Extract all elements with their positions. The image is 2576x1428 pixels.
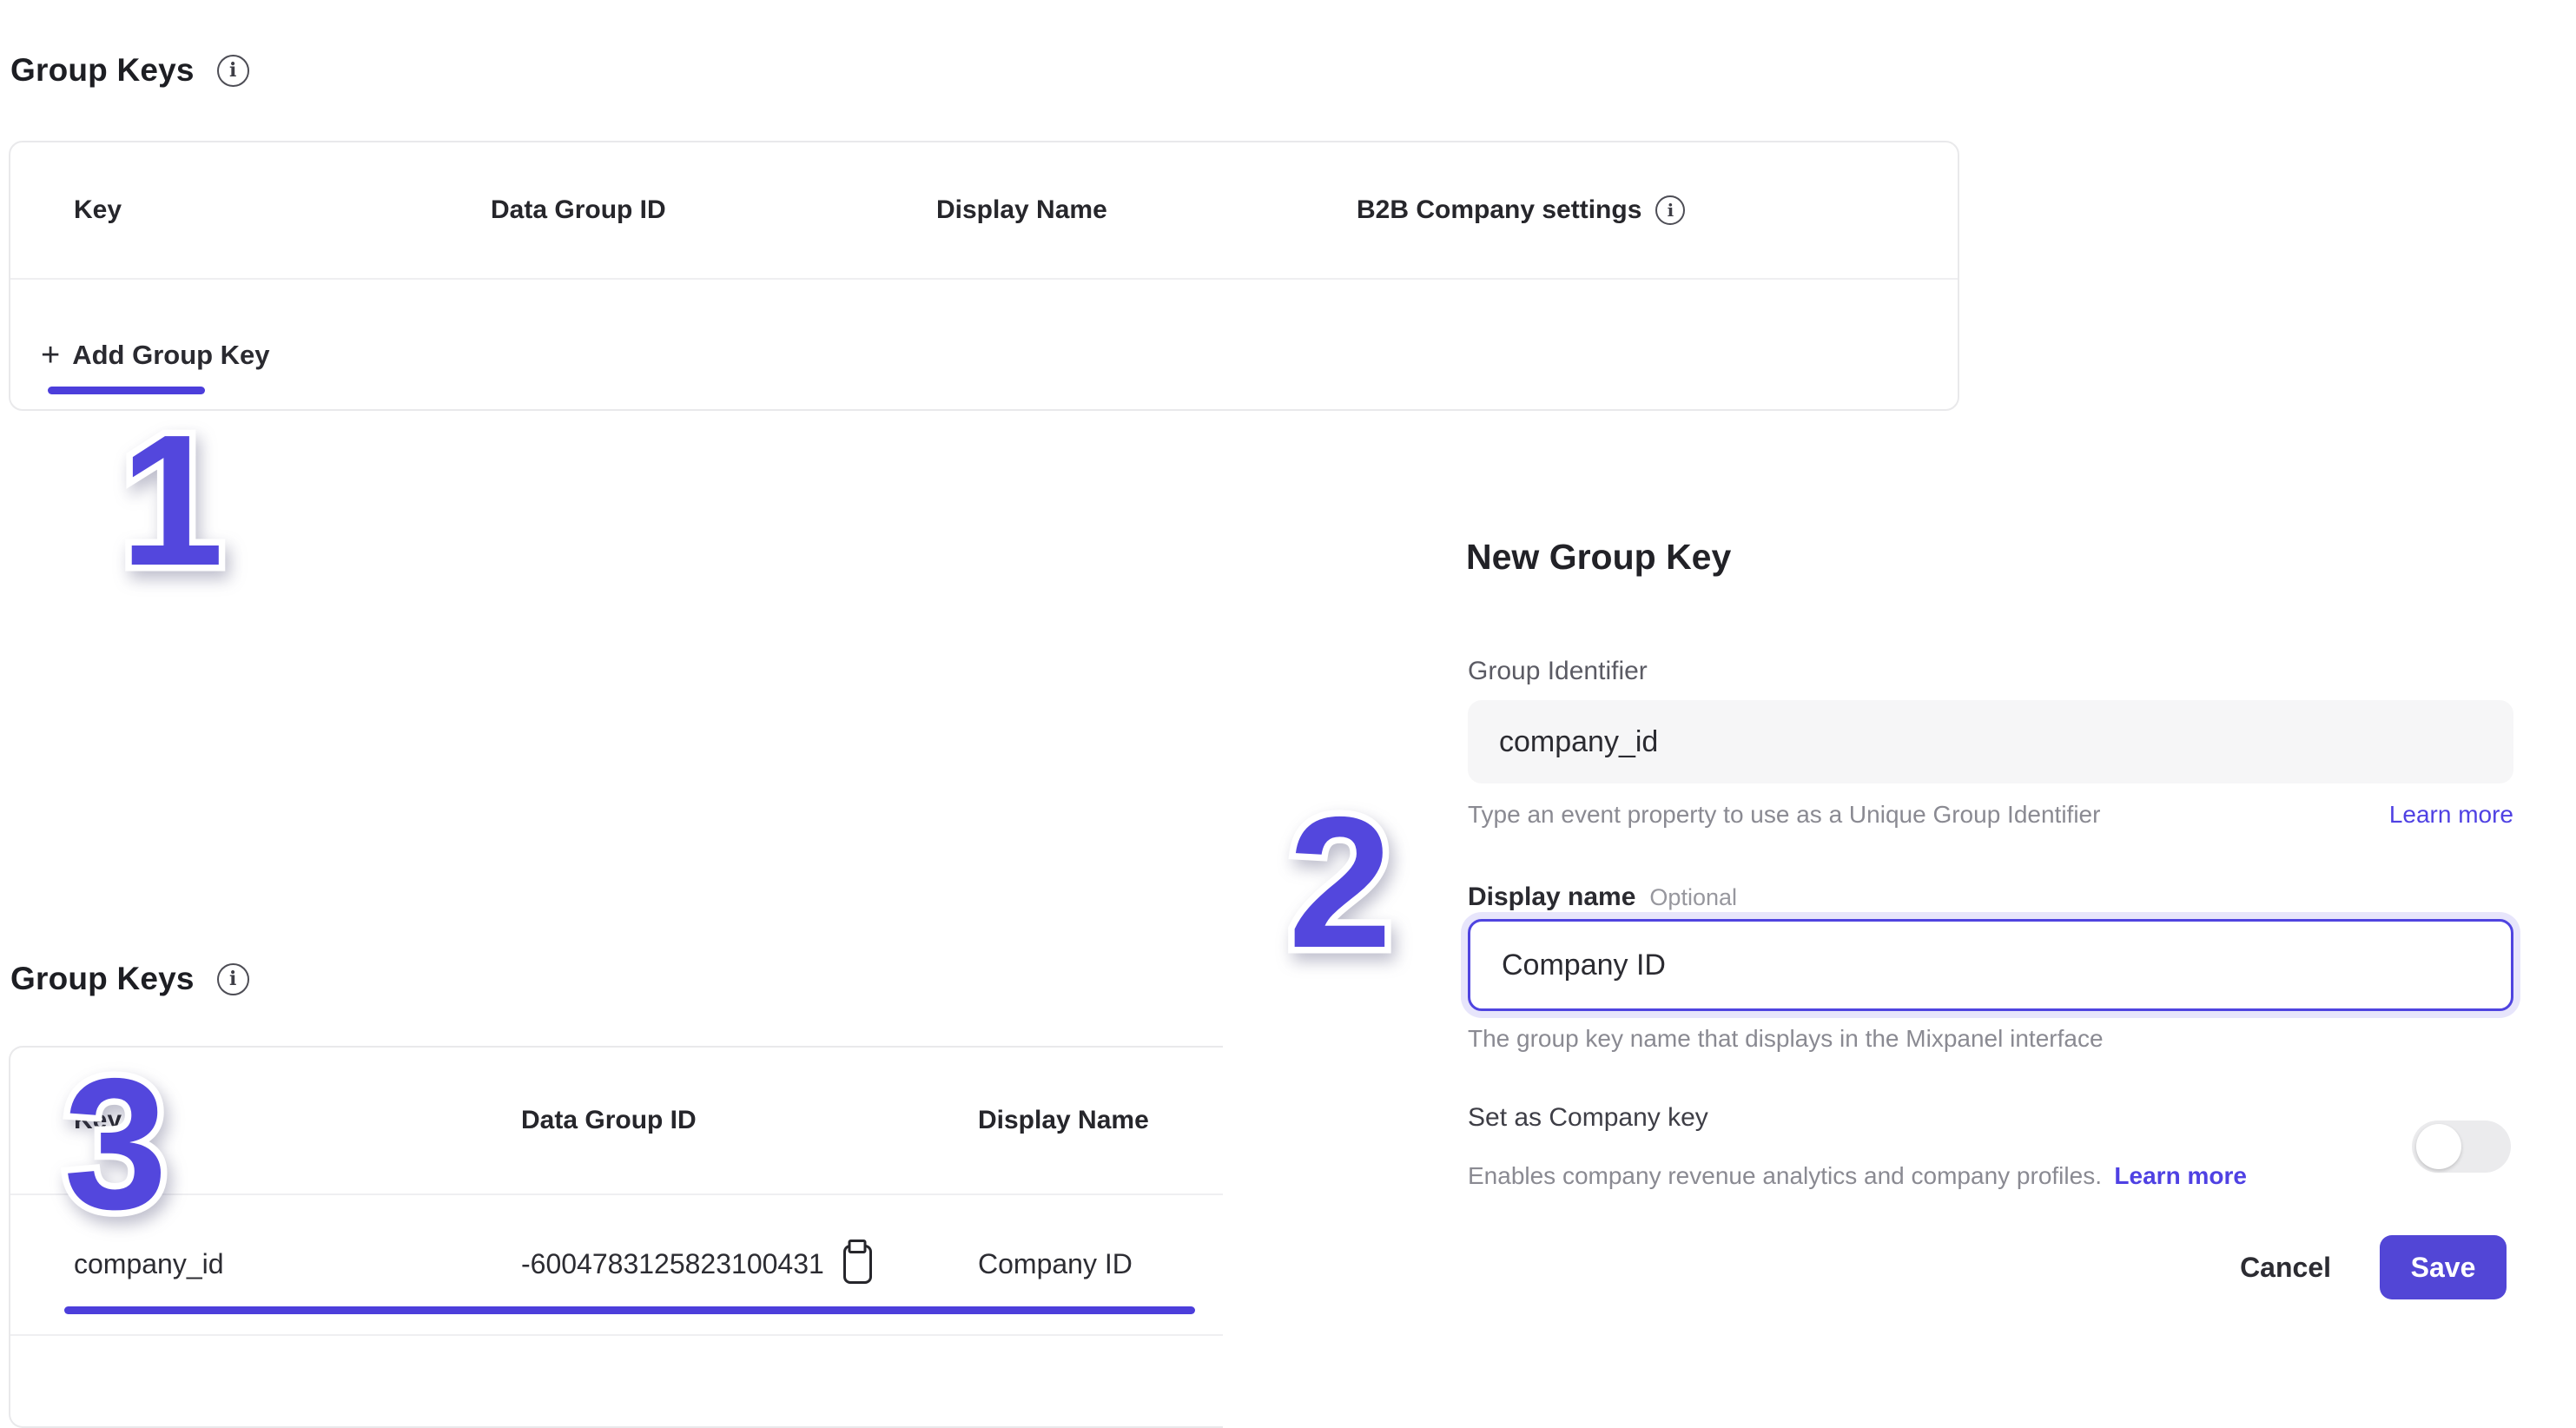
- group-keys-heading-bottom: Group Keys i: [10, 961, 249, 997]
- optional-tag: Optional: [1649, 884, 1737, 911]
- add-group-key-label: Add Group Key: [72, 340, 269, 371]
- display-name-value: Company ID: [1502, 949, 1666, 982]
- group-identifier-label: Group Identifier: [1468, 657, 1648, 686]
- learn-more-link[interactable]: Learn more: [2114, 1162, 2247, 1189]
- form-action-row: Cancel Save: [1468, 1235, 2507, 1299]
- new-group-key-title: New Group Key: [1466, 537, 1731, 578]
- set-company-key-label: Set as Company key: [1468, 1103, 1708, 1133]
- info-icon[interactable]: i: [217, 963, 249, 995]
- section-title: Group Keys: [10, 961, 195, 997]
- page-title: Group Keys: [10, 52, 195, 89]
- cancel-button[interactable]: Cancel: [2240, 1252, 2331, 1284]
- column-header-display-name: Display Name: [978, 1048, 1149, 1193]
- company-key-toggle[interactable]: [2412, 1121, 2511, 1173]
- display-name-input[interactable]: Company ID: [1468, 919, 2513, 1011]
- copy-icon[interactable]: [843, 1245, 872, 1284]
- info-icon[interactable]: i: [217, 55, 249, 87]
- learn-more-link[interactable]: Learn more: [2389, 801, 2513, 829]
- info-icon[interactable]: i: [1655, 195, 1685, 225]
- company-key-helper-row: Enables company revenue analytics and co…: [1468, 1162, 2247, 1190]
- save-button[interactable]: Save: [2380, 1235, 2507, 1299]
- group-keys-result-card: Key Data Group ID Display Name company_i…: [9, 1046, 1223, 1428]
- display-name-label: Display name: [1468, 883, 1635, 912]
- group-keys-heading-top: Group Keys i: [10, 52, 249, 89]
- group-identifier-helper: Type an event property to use as a Uniqu…: [1468, 801, 2100, 829]
- column-header-data-group-id: Data Group ID: [491, 142, 666, 278]
- column-header-key: Key: [74, 1048, 122, 1193]
- step-1-annotation: 1 1: [83, 407, 257, 606]
- table-header-row: Key Data Group ID Display Name B2B Compa…: [10, 142, 1958, 278]
- table-divider: [10, 278, 1958, 280]
- step-2-annotation: 2 2: [1252, 789, 1425, 988]
- group-identifier-input[interactable]: company_id: [1468, 700, 2513, 783]
- data-group-id-value: -6004783125823100431: [521, 1248, 824, 1280]
- group-identifier-value: company_id: [1499, 725, 1658, 759]
- display-name-helper: The group key name that displays in the …: [1468, 1025, 2104, 1053]
- company-key-helper: Enables company revenue analytics and co…: [1468, 1162, 2102, 1189]
- add-group-key-button[interactable]: + Add Group Key: [41, 316, 270, 394]
- group-identifier-helper-row: Type an event property to use as a Uniqu…: [1468, 801, 2513, 829]
- column-header-key: Key: [74, 142, 122, 278]
- step3-highlight-underline: [64, 1306, 1195, 1314]
- column-header-data-group-id: Data Group ID: [521, 1048, 697, 1193]
- display-name-label-row: Display name Optional: [1468, 883, 1737, 912]
- plus-icon: +: [41, 339, 60, 372]
- step1-highlight-underline: [48, 387, 205, 394]
- column-header-b2b-settings: B2B Company settings i: [1357, 142, 1685, 278]
- group-keys-table-card: Key Data Group ID Display Name B2B Compa…: [9, 141, 1959, 411]
- table-header-row: Key Data Group ID Display Name: [10, 1048, 1223, 1193]
- column-header-display-name: Display Name: [936, 142, 1107, 278]
- table-divider: [10, 1334, 1223, 1336]
